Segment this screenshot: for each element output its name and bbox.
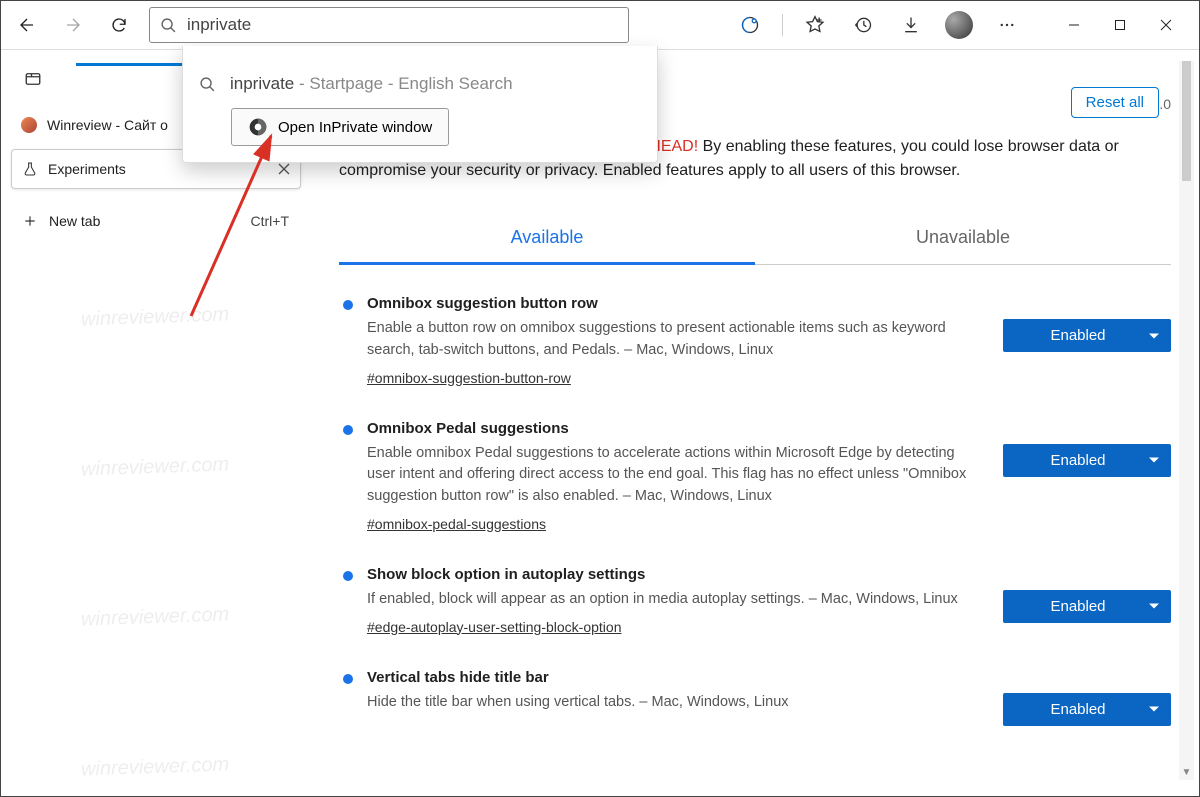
flag-state-select[interactable]: Enabled xyxy=(1003,693,1171,726)
back-button[interactable] xyxy=(7,6,47,44)
scroll-down-icon[interactable]: ▼ xyxy=(1179,765,1194,780)
flag-bullet-icon xyxy=(343,571,353,581)
omnibox-pedal-row: Open InPrivate window xyxy=(231,108,641,146)
flag-description: Enable a button row on omnibox suggestio… xyxy=(367,318,969,362)
flag-state-select[interactable]: Enabled xyxy=(1003,444,1171,477)
flag-anchor-link[interactable]: #omnibox-suggestion-button-row xyxy=(367,370,571,386)
new-tab-shortcut: Ctrl+T xyxy=(251,213,290,229)
inprivate-icon xyxy=(248,117,268,137)
flag-bullet-icon xyxy=(343,674,353,684)
maximize-button[interactable] xyxy=(1097,6,1143,44)
tab-available[interactable]: Available xyxy=(339,213,755,265)
new-tab-button[interactable]: New tab Ctrl+T xyxy=(11,201,301,241)
open-inprivate-button[interactable]: Open InPrivate window xyxy=(231,108,449,146)
flask-icon xyxy=(22,161,38,177)
flag-description: If enabled, block will appear as an opti… xyxy=(367,589,969,611)
favorites-button[interactable] xyxy=(795,6,835,44)
flag-title: Omnibox suggestion button row xyxy=(367,295,969,312)
flags-tabbar: Available Unavailable xyxy=(339,213,1171,265)
tab-actions-button[interactable] xyxy=(15,61,51,97)
omnibox-suggestions: inprivate - Startpage - English Search O… xyxy=(182,46,658,163)
avatar-image xyxy=(945,11,973,39)
flag-item: Vertical tabs hide title bar Hide the ti… xyxy=(339,669,1171,726)
flag-state-select[interactable]: Enabled xyxy=(1003,319,1171,352)
downloads-button[interactable] xyxy=(891,6,931,44)
profile-avatar[interactable] xyxy=(939,6,979,44)
flags-page: Reset all Experiments 91.0.834.0 WARNING… xyxy=(311,57,1199,796)
tab-unavailable[interactable]: Unavailable xyxy=(755,213,1171,264)
search-icon xyxy=(160,17,177,34)
refresh-button[interactable] xyxy=(99,6,139,44)
flags-list: Omnibox suggestion button row Enable a b… xyxy=(339,295,1171,726)
search-icon xyxy=(199,76,216,93)
suggestion-secondary: - Startpage - English Search xyxy=(294,74,512,93)
flag-anchor-link[interactable]: #edge-autoplay-user-setting-block-option xyxy=(367,619,621,635)
flag-description: Hide the title bar when using vertical t… xyxy=(367,692,969,714)
forward-button[interactable] xyxy=(53,6,93,44)
active-tab-indicator xyxy=(76,63,186,66)
close-tab-button[interactable] xyxy=(278,163,290,175)
new-tab-label: New tab xyxy=(49,213,100,229)
menu-button[interactable] xyxy=(987,6,1027,44)
close-window-button[interactable] xyxy=(1143,6,1189,44)
flag-state-select[interactable]: Enabled xyxy=(1003,590,1171,623)
tracking-prevention-icon[interactable] xyxy=(730,6,770,44)
minimize-button[interactable] xyxy=(1051,6,1097,44)
plus-icon xyxy=(23,214,37,228)
page-scrollbar[interactable]: ▲ ▼ xyxy=(1179,61,1194,780)
flag-bullet-icon xyxy=(343,425,353,435)
address-input[interactable] xyxy=(177,15,618,35)
flag-title: Omnibox Pedal suggestions xyxy=(367,420,969,437)
history-button[interactable] xyxy=(843,6,883,44)
suggestion-term: inprivate xyxy=(230,74,294,93)
flag-description: Enable omnibox Pedal suggestions to acce… xyxy=(367,443,969,508)
tab-label: Experiments xyxy=(48,161,268,177)
favicon-icon xyxy=(21,117,37,133)
address-bar[interactable] xyxy=(149,7,629,43)
reset-all-button[interactable]: Reset all xyxy=(1071,87,1159,118)
omnibox-suggestion-row[interactable]: inprivate - Startpage - English Search xyxy=(183,64,657,104)
browser-toolbar xyxy=(1,1,1199,49)
flag-item: Omnibox suggestion button row Enable a b… xyxy=(339,295,1171,386)
flag-item: Omnibox Pedal suggestions Enable omnibox… xyxy=(339,420,1171,532)
flag-bullet-icon xyxy=(343,300,353,310)
flag-title: Vertical tabs hide title bar xyxy=(367,669,969,686)
toolbar-divider xyxy=(782,14,783,36)
flag-title: Show block option in autoplay settings xyxy=(367,566,969,583)
scroll-thumb[interactable] xyxy=(1182,61,1191,181)
open-inprivate-label: Open InPrivate window xyxy=(278,119,432,136)
flag-anchor-link[interactable]: #omnibox-pedal-suggestions xyxy=(367,516,546,532)
flag-item: Show block option in autoplay settings I… xyxy=(339,566,1171,635)
